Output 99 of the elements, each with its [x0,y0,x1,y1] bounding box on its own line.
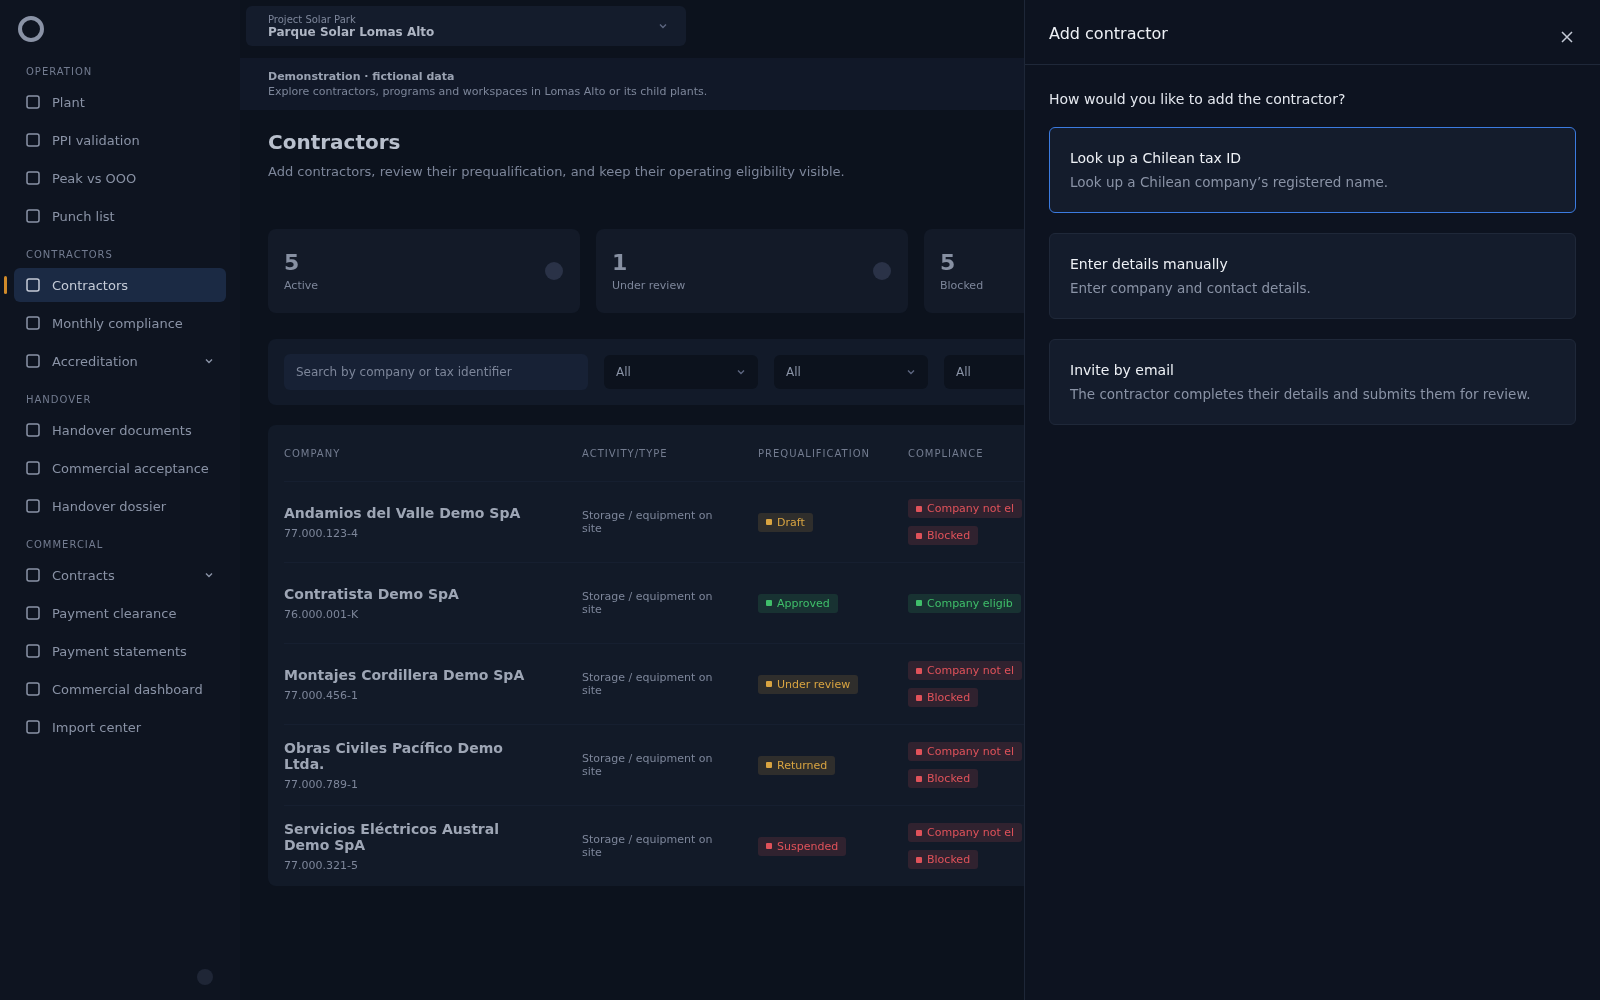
sidebar-item[interactable]: Handover documents [14,413,226,447]
tax-id: 77.000.321-5 [284,858,359,872]
sidebar-item[interactable]: Accreditation [14,344,226,378]
stat-value: 1 [612,250,629,275]
stat-label: Active [284,279,319,292]
sidebar-item[interactable]: Payment clearance [14,596,226,630]
option-title: Invite by email [1070,362,1175,378]
option-card[interactable]: Look up a Chilean tax ID Look up a Chilean company’s registered name. [1049,127,1576,213]
filter-select[interactable]: All [774,355,928,389]
status-badge: Returned [758,755,836,775]
filter-select[interactable]: All [944,355,1024,389]
company-name[interactable]: Servicios Eléctricos Austral Demo SpA [284,820,544,853]
sidebar-item[interactable]: PPI validation [14,123,226,157]
tax-id: 77.000.789-1 [284,777,359,791]
option-title: Look up a Chilean tax ID [1070,150,1243,166]
status-badge: Company not el [908,823,1023,842]
page-icon [26,171,40,185]
option-title: Enter details manually [1070,256,1229,272]
tax-id: 77.000.123-4 [284,526,359,540]
company-name[interactable]: Obras Civiles Pacífico Demo Ltda. [284,739,544,772]
status-badge: Company not el [908,661,1023,680]
status-icon [544,261,564,281]
sidebar-item[interactable]: Handover dossier [14,489,226,523]
panel-title: Add contractor [1049,24,1168,43]
column-header: COMPANY [284,447,342,459]
status-badge: Company not el [908,499,1023,518]
chevron-icon [658,21,668,31]
banner-text: Explore contractors, programs and workspaces in Lomas Alto or its child plants. [268,85,709,98]
stat-value: 5 [940,250,957,275]
status-icon [872,261,892,281]
panel-question: How would you like to add the contractor? [1049,91,1347,107]
option-description: The contractor completes their details and submits them for review. [1070,386,1532,402]
page-icon [26,499,40,513]
column-header: PREQUALIFICATION [758,447,871,459]
project-switcher[interactable]: Project Solar Park Parque Solar Lomas Alto [246,6,686,46]
page-icon [26,682,40,696]
status-badge: Suspended [758,836,847,856]
status-badge: Approved [758,593,838,613]
activity-text: Storage / equipment on site [582,509,714,535]
chevron-icon [736,367,746,377]
company-name[interactable]: Montajes Cordillera Demo SpA [284,666,544,683]
sidebar-item[interactable]: Peak vs OOO [14,161,226,195]
stat-label: Under review [612,279,686,292]
status-badge: Company eligib [908,593,1021,613]
sidebar-item[interactable]: Contracts [14,558,226,592]
page-icon [26,423,40,437]
page-icon [26,95,40,109]
page-icon [26,606,40,620]
sidebar-item[interactable]: Punch list [14,199,226,233]
banner-title: Demonstration · fictional data [268,70,456,83]
stat-label: Blocked [940,279,984,292]
section-title: HANDOVER [26,394,93,405]
sidebar-item[interactable]: Payment statements [14,634,226,668]
status-badge: Blocked [908,850,979,869]
filter-select[interactable]: All [604,355,758,389]
status-badge: Draft [758,512,813,532]
sidebar-item[interactable]: Monthly compliance [14,306,226,340]
page-icon [26,644,40,658]
option-card[interactable]: Enter details manually Enter company and contact details. [1049,233,1576,319]
column-header: COMPLIANCE [908,447,985,459]
activity-text: Storage / equipment on site [582,752,714,778]
page-icon [26,354,40,368]
sidebar-item[interactable]: Commercial dashboard [14,672,226,706]
section-title: OPERATION [26,66,94,77]
page-title: Contractors [268,130,402,154]
company-name[interactable]: Contratista Demo SpA [284,585,544,602]
page-subtitle: Add contractors, review their prequalification, and keep their operating eligibility visible. [268,164,846,179]
option-card[interactable]: Invite by email The contractor completes their details and submits them for review. [1049,339,1576,425]
page-icon [26,461,40,475]
status-badge: Company not el [908,742,1023,761]
page-icon [26,278,40,292]
status-badge: Blocked [908,769,979,788]
page-icon [26,720,40,734]
activity-text: Storage / equipment on site [582,590,714,616]
sidebar-item[interactable]: Plant [14,85,226,119]
page-icon [26,316,40,330]
stat-value: 5 [284,250,301,275]
status-badge: Blocked [908,526,979,545]
status-badge: Blocked [908,688,979,707]
sidebar-item[interactable]: Import center [14,710,226,744]
section-title: COMMERCIAL [26,539,105,550]
column-header: ACTIVITY/TYPE [582,447,669,459]
tax-id: 76.000.001-K [284,607,360,621]
close-icon[interactable] [1560,30,1574,44]
activity-text: Storage / equipment on site [582,671,714,697]
logo-icon [18,16,44,42]
section-title: CONTRACTORS [26,249,114,260]
page-icon [26,209,40,223]
search-field[interactable]: Search by company or tax identifier [284,354,588,390]
option-description: Enter company and contact details. [1070,280,1312,296]
chevron-icon [906,367,916,377]
page-icon [26,133,40,147]
company-name[interactable]: Andamios del Valle Demo SpA [284,504,544,521]
sidebar-item[interactable]: Commercial acceptance [14,451,226,485]
status-badge: Under review [758,674,859,694]
page-icon [26,568,40,582]
tax-id: 77.000.456-1 [284,688,359,702]
option-description: Look up a Chilean company’s registered name. [1070,174,1390,190]
activity-text: Storage / equipment on site [582,833,714,859]
